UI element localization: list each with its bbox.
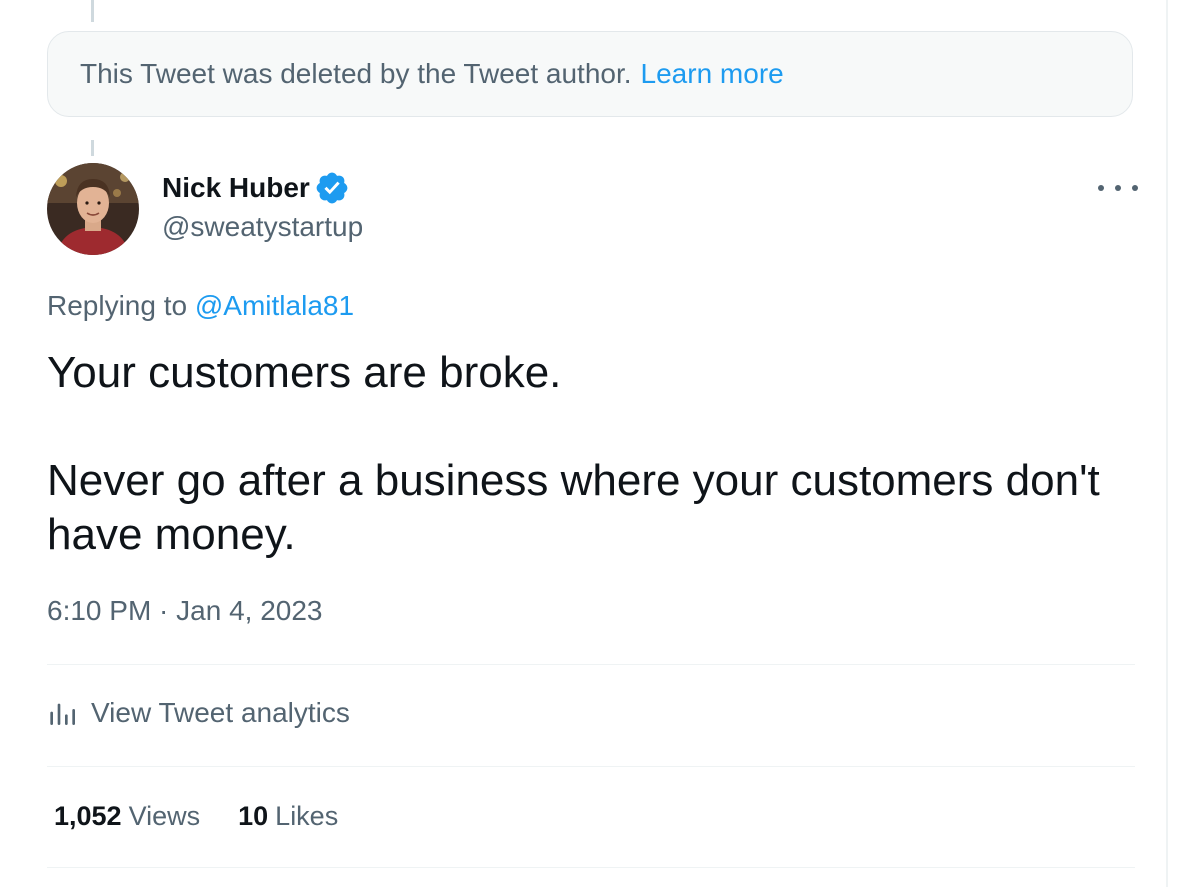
avatar[interactable] (47, 163, 139, 255)
dot (1115, 185, 1121, 191)
column-border (1166, 0, 1168, 887)
author-name[interactable]: Nick Huber (162, 170, 350, 206)
tweet-line-1: Your customers are broke. (47, 348, 562, 397)
divider (47, 867, 1135, 868)
learn-more-link[interactable]: Learn more (641, 58, 784, 90)
dot (1098, 185, 1104, 191)
author-handle[interactable]: @sweatystartup (162, 211, 363, 243)
tweet-page: This Tweet was deleted by the Tweet auth… (0, 0, 1200, 887)
avatar-image (47, 163, 139, 255)
tweet-stats: 1,052 Views 10 Likes (54, 801, 376, 832)
thread-connector-mid (91, 140, 94, 156)
deleted-notice-text: This Tweet was deleted by the Tweet auth… (80, 58, 632, 89)
tweet-text: Your customers are broke. Never go after… (47, 346, 1137, 562)
analytics-label: View Tweet analytics (91, 697, 350, 728)
reply-mention-link[interactable]: @Amitlala81 (195, 290, 354, 321)
deleted-tweet-notice: This Tweet was deleted by the Tweet auth… (47, 31, 1133, 117)
author-name-text: Nick Huber (162, 172, 310, 203)
view-analytics-link[interactable]: View Tweet analytics (47, 697, 350, 729)
replying-to: Replying to @Amitlala81 (47, 290, 354, 322)
tweet-timestamp[interactable]: 6:10 PM · Jan 4, 2023 (47, 595, 323, 627)
replying-prefix: Replying to (47, 290, 188, 321)
dot (1132, 185, 1138, 191)
tweet-line-break (47, 400, 1137, 454)
views-count: 1,052 (54, 801, 122, 831)
likes-label: Likes (275, 801, 339, 831)
thread-connector-top (91, 0, 94, 22)
likes-stat[interactable]: 10 Likes (238, 801, 338, 832)
divider (47, 766, 1135, 767)
verified-badge-icon (316, 172, 348, 204)
tweet-line-2: Never go after a business where your cus… (47, 456, 1100, 559)
bar-chart-icon (50, 703, 75, 725)
views-stat[interactable]: 1,052 Views (54, 801, 200, 832)
likes-count: 10 (238, 801, 269, 831)
views-label: Views (128, 801, 201, 831)
divider (47, 664, 1135, 665)
more-dots-icon[interactable] (1098, 178, 1138, 198)
